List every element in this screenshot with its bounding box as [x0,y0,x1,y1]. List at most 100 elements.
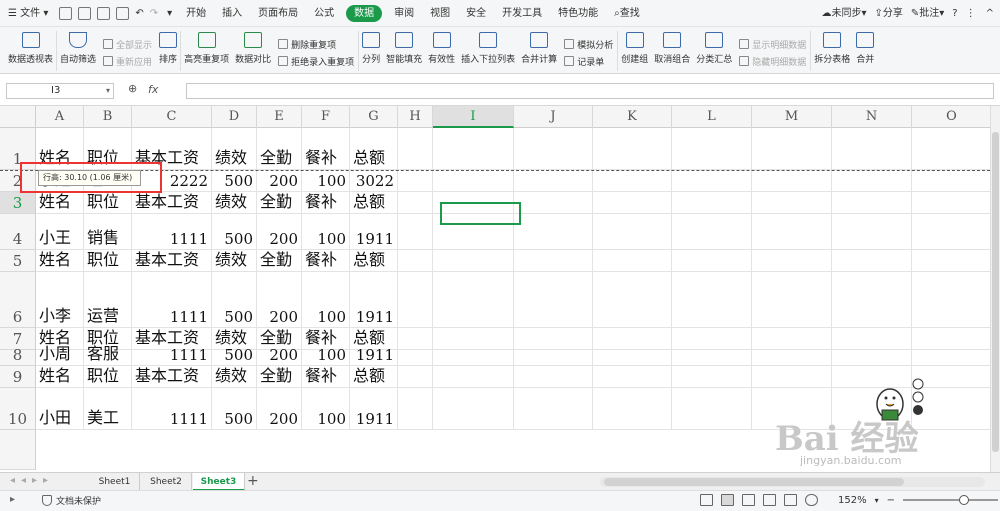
pivot-table-button[interactable]: 数据透视表 [0,27,56,74]
tab-view[interactable]: 视图 [422,0,458,27]
cell-h4[interactable] [398,214,433,250]
fx-icon[interactable]: fx [148,83,158,96]
name-box-dropdown-icon[interactable]: ▾ [106,84,110,98]
eye-protection-icon[interactable] [805,494,818,506]
cell-m1[interactable] [752,128,832,170]
validity-button[interactable]: 有效性 [425,27,458,74]
sheet-tab-1[interactable]: Sheet1 [90,473,140,491]
sync-button[interactable]: ☁未同步▾ [817,0,870,27]
cell-m7[interactable] [752,328,832,350]
cell-f3[interactable]: 餐补 [302,192,350,214]
cell-m3[interactable] [752,192,832,214]
cell-o8[interactable] [912,350,990,366]
column-header-n[interactable]: N [832,106,912,128]
tab-special[interactable]: 特色功能 [550,0,606,27]
cell-l1[interactable] [672,128,752,170]
row-header-6[interactable]: 6 [0,272,36,328]
column-header-h[interactable]: H [398,106,433,128]
cell-a10[interactable]: 小田 [36,388,84,430]
cell-l8[interactable] [672,350,752,366]
cell-g6[interactable]: 1911 [350,272,398,328]
cell-e10[interactable]: 200 [257,388,302,430]
highlight-duplicates-button[interactable]: 高亮重复项 [181,27,232,74]
save-icon[interactable] [59,6,73,20]
add-sheet-button[interactable]: + [247,473,259,490]
cell-h6[interactable] [398,272,433,328]
cell-f9[interactable]: 餐补 [302,366,350,388]
cell-b6[interactable]: 运营 [84,272,132,328]
ungroup-button[interactable]: 取消组合 [651,27,693,74]
cell-i3[interactable] [433,192,514,214]
cell-l7[interactable] [672,328,752,350]
vertical-scroll-thumb[interactable] [992,132,999,452]
normal-view-icon[interactable] [721,494,734,506]
cell-e9[interactable]: 全勤 [257,366,302,388]
cell-d10[interactable]: 500 [212,388,257,430]
cell-h10[interactable] [398,388,433,430]
cell-b1[interactable]: 职位 [84,128,132,170]
redo-icon[interactable]: ↷ [147,0,161,27]
cell-m6[interactable] [752,272,832,328]
cell-e5[interactable]: 全勤 [257,250,302,272]
create-group-button[interactable]: 创建组 [618,27,651,74]
cell-g5[interactable]: 总额 [350,250,398,272]
show-detail-button[interactable]: 显示明细数据 [739,38,806,51]
cell-c1[interactable]: 基本工资 [132,128,212,170]
cell-h8[interactable] [398,350,433,366]
cell-k4[interactable] [593,214,672,250]
zoom-formula-icon[interactable]: ⊕ [128,82,137,95]
vertical-scrollbar[interactable] [990,106,1000,472]
cell-l6[interactable] [672,272,752,328]
cell-c9[interactable]: 基本工资 [132,366,212,388]
cell-d4[interactable]: 500 [212,214,257,250]
quick-access-dropdown-icon[interactable]: ▾ [161,0,178,27]
column-header-b[interactable]: B [84,106,132,128]
cell-c4[interactable]: 1111 [132,214,212,250]
cell-n6[interactable] [832,272,912,328]
cell-j3[interactable] [514,192,593,214]
cell-a4[interactable]: 小王 [36,214,84,250]
cell-o7[interactable] [912,328,990,350]
print-preview-icon[interactable] [116,6,130,20]
cell-k5[interactable] [593,250,672,272]
row-header-4[interactable]: 4 [0,214,36,250]
reject-duplicates-button[interactable]: 拒绝录入重复项 [278,55,354,68]
cell-i8[interactable] [433,350,514,366]
cell-h1[interactable] [398,128,433,170]
cell-f6[interactable]: 100 [302,272,350,328]
cell-n2[interactable] [832,170,912,192]
cell-j10[interactable] [514,388,593,430]
row-header-2[interactable]: 2 [0,170,36,192]
cell-k2[interactable] [593,170,672,192]
tab-insert[interactable]: 插入 [214,0,250,27]
row-header-10[interactable]: 10 [0,388,36,430]
autofilter-button[interactable]: 自动筛选 [57,27,99,74]
split-column-button[interactable]: 分列 [359,27,383,74]
tab-formulas[interactable]: 公式 [306,0,342,27]
name-box[interactable]: I3 ▾ [6,83,114,99]
tab-home[interactable]: 开始 [178,0,214,27]
cell-b4[interactable]: 销售 [84,214,132,250]
cell-i4[interactable] [433,214,514,250]
horizontal-scroll-thumb[interactable] [604,478,904,486]
cell-o1[interactable] [912,128,990,170]
horizontal-scrollbar[interactable] [600,477,985,487]
column-header-f[interactable]: F [302,106,350,128]
cell-a3[interactable]: 姓名 [36,192,84,214]
cell-g9[interactable]: 总额 [350,366,398,388]
smart-fill-button[interactable]: 智能填充 [383,27,425,74]
tab-page-layout[interactable]: 页面布局 [250,0,306,27]
page-break-icon[interactable] [763,494,776,506]
select-all-corner[interactable] [0,106,36,128]
zoom-level[interactable]: 152% [838,495,867,506]
cell-h3[interactable] [398,192,433,214]
cell-l10[interactable] [672,388,752,430]
cell-f5[interactable]: 餐补 [302,250,350,272]
cell-b9[interactable]: 职位 [84,366,132,388]
simulate-analysis-button[interactable]: 模拟分析 [564,38,613,51]
cell-n8[interactable] [832,350,912,366]
cell-c6[interactable]: 1111 [132,272,212,328]
sheet-nav-arrows[interactable]: ◂◂▸▸ [10,475,54,486]
formula-input[interactable] [186,83,994,99]
data-compare-button[interactable]: 数据对比 [232,27,274,74]
